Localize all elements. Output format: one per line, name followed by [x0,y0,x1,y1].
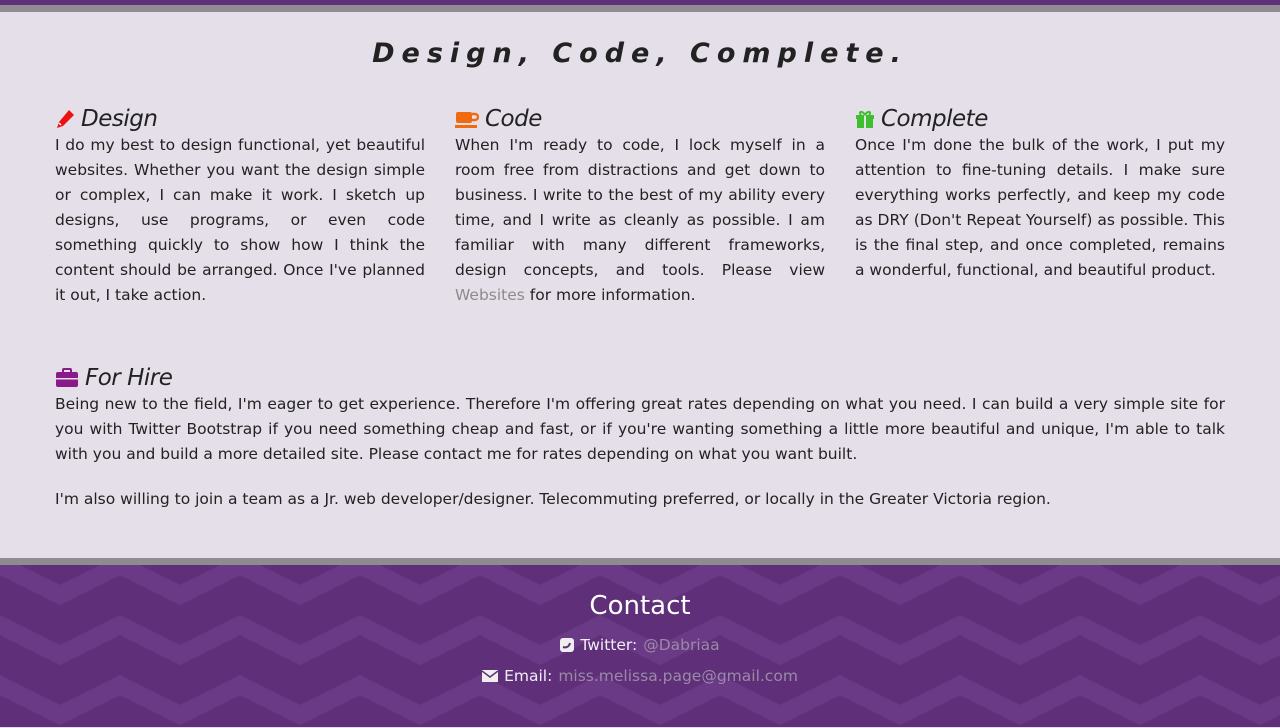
main-section: Design, Code, Complete. Design I do my b… [0,12,1280,558]
design-column: Design I do my best to design functional… [55,104,425,308]
complete-column: Complete Once I'm done the bulk of the w… [855,104,1225,308]
twitter-line: Twitter: @Dabriaa [0,629,1280,660]
design-heading: Design [81,105,158,132]
for-hire-heading: For Hire [85,364,173,391]
section-title: Design, Code, Complete. [372,38,908,69]
pencil-icon [57,109,74,128]
twitter-icon [560,637,575,652]
gift-icon [856,110,874,128]
code-text-part: for more information. [524,286,696,304]
complete-text: Once I'm done the bulk of the work, I pu… [855,136,1225,279]
twitter-label: Twitter: [580,635,638,654]
briefcase-icon [56,367,78,387]
complete-heading: Complete [881,105,988,132]
divider [0,558,1280,565]
envelope-icon [482,669,499,682]
code-heading: Code [485,105,542,132]
email-label: Email: [504,666,553,685]
contact-footer: Contact Twitter: @Dabriaa Email: miss.me… [0,565,1280,727]
contact-heading: Contact [589,591,691,621]
for-hire-text: Being new to the field, I'm eager to get… [55,395,1225,463]
team-text: I'm also willing to join a team as a Jr.… [55,490,1051,508]
email-line: Email: miss.melissa.page@gmail.com [0,660,1280,691]
coffee-icon [455,111,479,128]
design-text: I do my best to design functional, yet b… [55,136,425,304]
for-hire-section: For Hire Being new to the field, I'm eag… [0,308,1280,512]
email-link[interactable]: miss.melissa.page@gmail.com [558,667,798,685]
divider [0,5,1280,12]
code-text-part: When I'm ready to code, I lock myself in… [455,136,825,279]
code-column: Code When I'm ready to code, I lock myse… [455,104,825,308]
websites-link[interactable]: Websites [455,286,525,304]
twitter-link[interactable]: @Dabriaa [643,636,719,654]
code-text: When I'm ready to code, I lock myself in… [455,133,825,308]
